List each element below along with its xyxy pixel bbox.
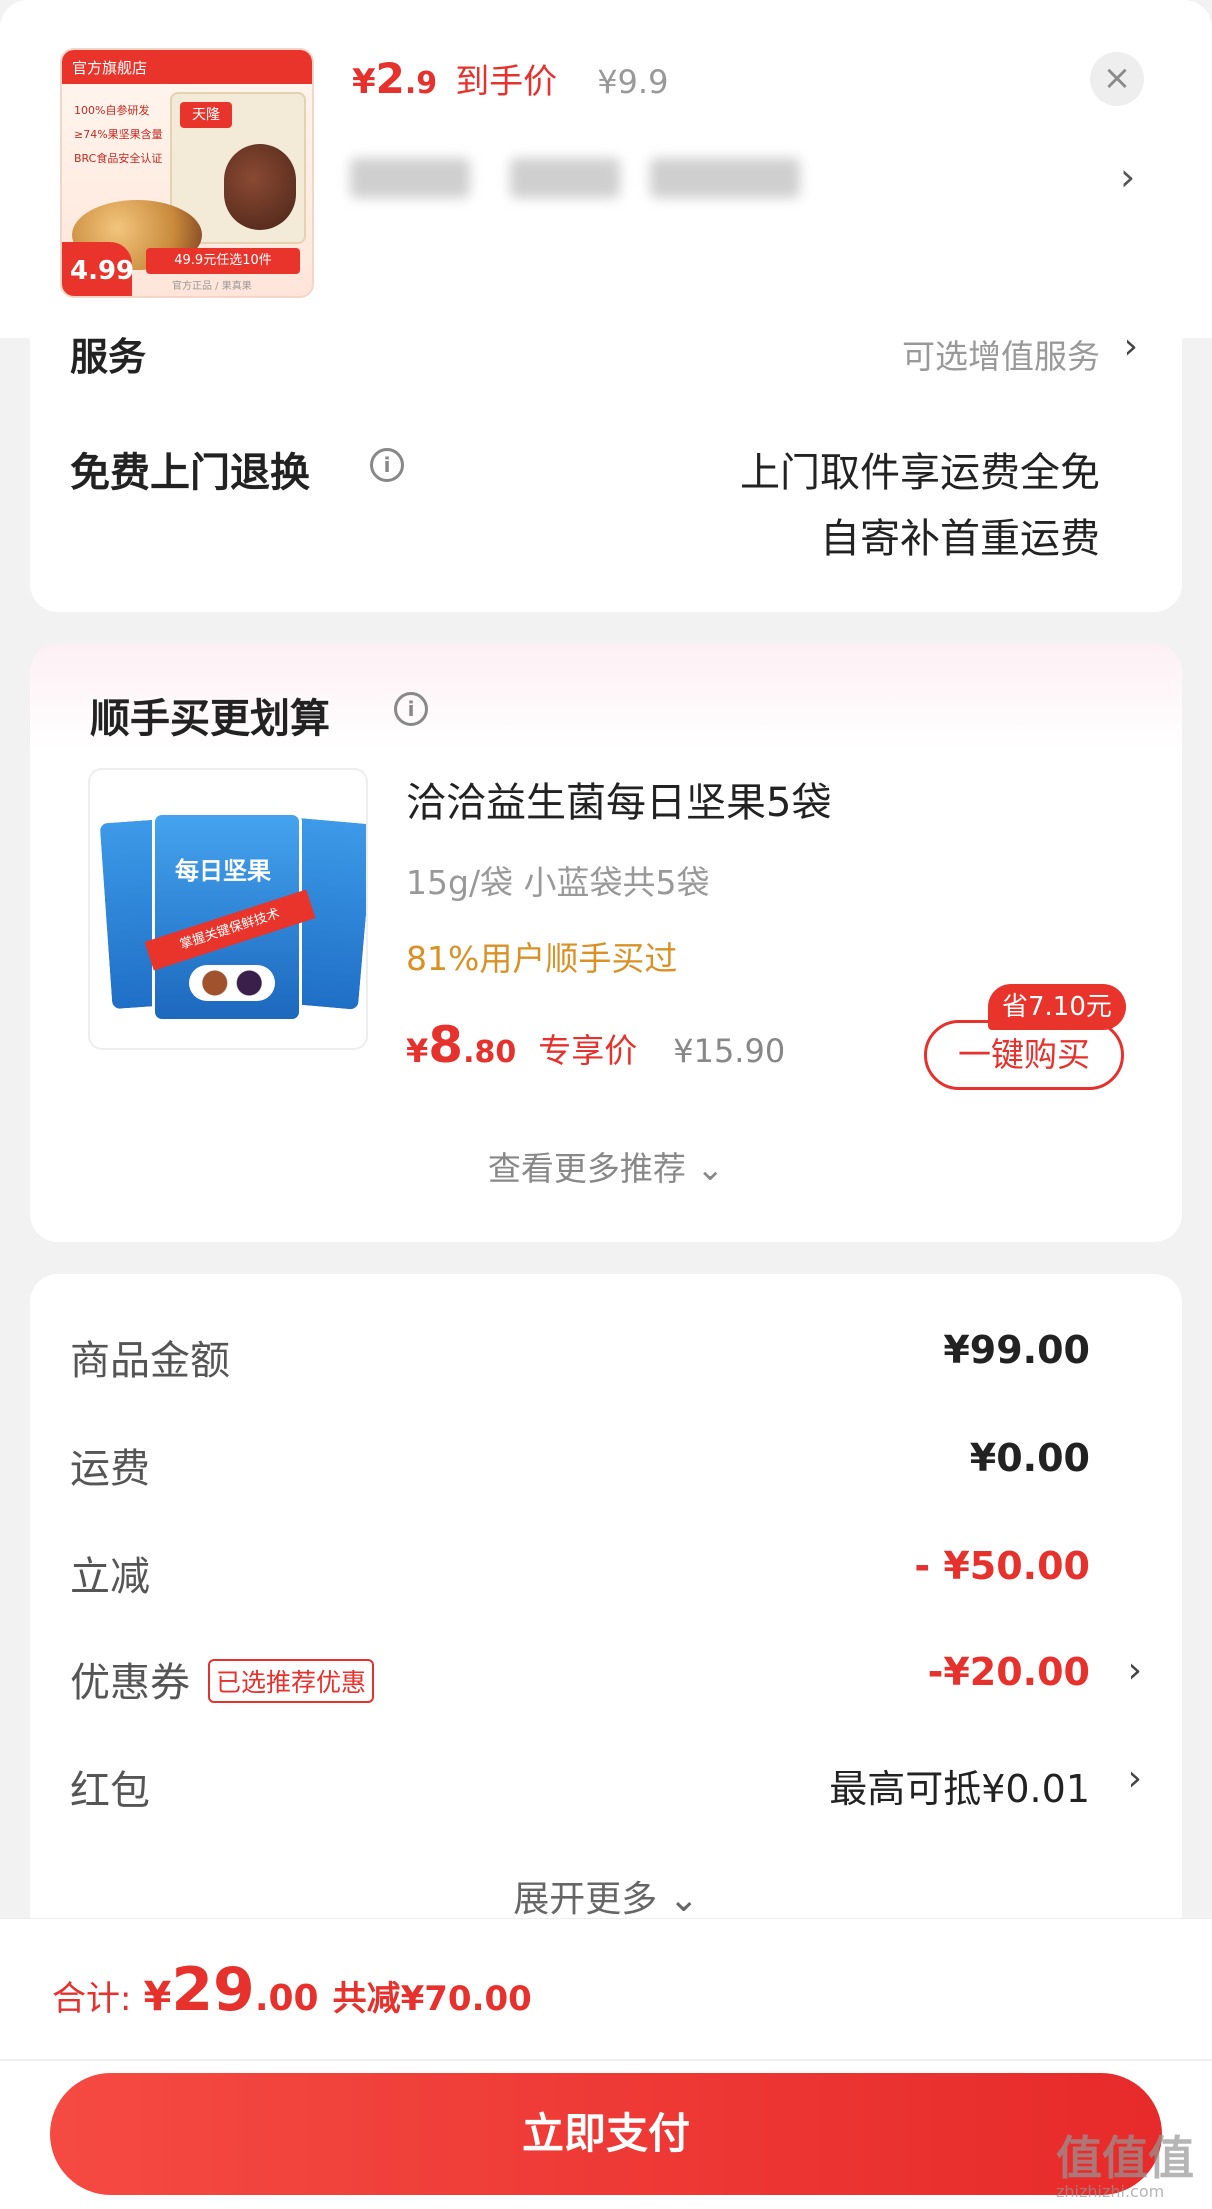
thumb-feature: ≥74%果坚果含量 — [74, 128, 163, 141]
product-header: 官方旗舰店 100%自参研发 ≥74%果坚果含量 BRC食品安全认证 天隆 4.… — [0, 0, 1212, 338]
detail-label: 立减 — [70, 1554, 150, 1600]
return-self-ship-text: 自寄补首重运费 — [820, 516, 1100, 562]
detail-value: - ¥50.00 — [914, 1544, 1090, 1588]
divider — [0, 2059, 1212, 2061]
addon-social-proof: 81%用户顺手买过 — [406, 939, 678, 978]
detail-value: ¥99.00 — [943, 1328, 1090, 1372]
price-integer: 8 — [428, 1016, 464, 1074]
free-return-title: 免费上门退换 — [70, 450, 310, 496]
price-label: 专享价 — [538, 1031, 638, 1070]
thumb-feature: 100%自参研发 — [74, 104, 150, 117]
detail-label: 红包 — [70, 1768, 150, 1814]
price-symbol: ¥ — [352, 62, 376, 102]
addon-product-name[interactable]: 洽洽益生菌每日坚果5袋 — [406, 770, 831, 828]
price-decimal: .80 — [463, 1035, 517, 1070]
price-symbol: ¥ — [406, 1032, 429, 1070]
original-price: ¥9.9 — [597, 63, 669, 101]
info-icon[interactable]: i — [394, 692, 428, 726]
total-summary: 合计: ¥ 29 .00 共减¥70.00 — [52, 1955, 532, 2025]
addon-price: ¥ 8 .80 专享价 ¥15.90 — [406, 1016, 786, 1074]
original-price: ¥15.90 — [673, 1032, 786, 1070]
return-pickup-text: 上门取件享运费全免 — [740, 450, 1100, 496]
more-recommendations-link[interactable]: 查看更多推荐 ⌄ — [30, 1142, 1182, 1190]
checkout-bar: 合计: ¥ 29 .00 共减¥70.00 立即支付 — [0, 1918, 1212, 2209]
pack-beans — [189, 965, 275, 1001]
thumb-promo: 49.9元任选10件 — [146, 248, 300, 274]
pay-now-button[interactable]: 立即支付 — [50, 2073, 1162, 2195]
service-title: 服务 — [70, 335, 147, 379]
product-thumbnail[interactable]: 官方旗舰店 100%自参研发 ≥74%果坚果含量 BRC食品安全认证 天隆 4.… — [60, 48, 314, 298]
blurred-spec-row[interactable] — [350, 152, 800, 200]
detail-label: 商品金额 — [70, 1338, 230, 1384]
price-label: 到手价 — [455, 62, 558, 102]
thumb-feature: BRC食品安全认证 — [74, 152, 163, 165]
addon-product-image[interactable]: 每日坚果 掌握关键保鲜技术 — [88, 768, 368, 1050]
detail-row-goods-amount: 商品金额 ¥99.00 — [70, 1328, 1142, 1388]
detail-value: ¥0.00 — [969, 1436, 1090, 1480]
watermark-url: zhizhizhi.com — [1056, 2182, 1165, 2201]
one-click-buy-button[interactable]: 一键购买 — [924, 1020, 1124, 1090]
detail-row-red-packet[interactable]: 红包 最高可抵¥0.01 › — [70, 1758, 1142, 1818]
addon-product-spec: 15g/袋 小蓝袋共5袋 — [406, 863, 710, 902]
coupon-label: 优惠券 — [70, 1660, 190, 1706]
addon-title: 顺手买更划算 — [90, 696, 330, 742]
savings-badge: 省7.10元 — [988, 984, 1126, 1030]
detail-row-coupon[interactable]: 优惠券 已选推荐优惠 -¥20.00 › — [70, 1650, 1142, 1710]
chevron-right-icon[interactable]: › — [1124, 326, 1138, 367]
detail-row-instant-discount: 立减 - ¥50.00 — [70, 1544, 1142, 1604]
blurred-text — [350, 158, 470, 198]
bag-brand: 天隆 — [180, 102, 232, 128]
chevron-right-icon[interactable]: › — [1128, 1650, 1142, 1691]
detail-value: 最高可抵¥0.01 — [829, 1767, 1090, 1811]
total-decimal: .00 — [254, 1978, 319, 2019]
blurred-text — [510, 158, 620, 198]
value-added-service-link[interactable]: 可选增值服务 — [902, 330, 1100, 378]
total-integer: 29 — [171, 1955, 255, 2025]
watermark-logo: 值值值 — [1056, 2131, 1194, 2185]
header-price: ¥ 2 .9 到手价 ¥9.9 — [352, 54, 669, 103]
total-saved: 共减¥70.00 — [332, 1979, 532, 2019]
info-icon[interactable]: i — [370, 448, 404, 482]
expand-more-link[interactable]: 展开更多 ⌄ — [30, 1870, 1182, 1922]
chevron-right-icon[interactable]: › — [1128, 1758, 1142, 1799]
coupon-selected-tag: 已选推荐优惠 — [208, 1659, 375, 1703]
service-card: 服务 可选增值服务 › 免费上门退换 i 上门取件享运费全免 自寄补首重运费 — [30, 300, 1182, 612]
chevron-right-icon[interactable]: › — [1120, 155, 1135, 199]
price-integer: 2 — [375, 54, 405, 103]
detail-label: 运费 — [70, 1446, 150, 1492]
store-badge: 官方旗舰店 — [62, 50, 312, 84]
detail-value: -¥20.00 — [927, 1650, 1090, 1694]
total-symbol: ¥ — [143, 1974, 172, 2020]
close-icon[interactable]: × — [1090, 52, 1144, 106]
pack-band: 掌握关键保鲜技术 — [144, 889, 316, 971]
price-decimal: .9 — [404, 66, 438, 101]
total-label: 合计: — [52, 1979, 132, 2019]
detail-row-shipping: 运费 ¥0.00 — [70, 1436, 1142, 1496]
detail-label: 优惠券 已选推荐优惠 — [70, 1650, 375, 1708]
blurred-text — [650, 158, 800, 198]
pack-main-image: 每日坚果 掌握关键保鲜技术 — [144, 812, 316, 1022]
thumb-price: 4.99 — [62, 242, 134, 296]
addon-card: 顺手买更划算 i 每日坚果 掌握关键保鲜技术 洽洽益生菌每日坚果5袋 15g/袋… — [30, 644, 1182, 1242]
thumb-footer: 官方正品 / 果真果 — [172, 281, 252, 292]
pack-title: 每日坚果 — [175, 857, 271, 885]
bag-window — [224, 144, 296, 230]
